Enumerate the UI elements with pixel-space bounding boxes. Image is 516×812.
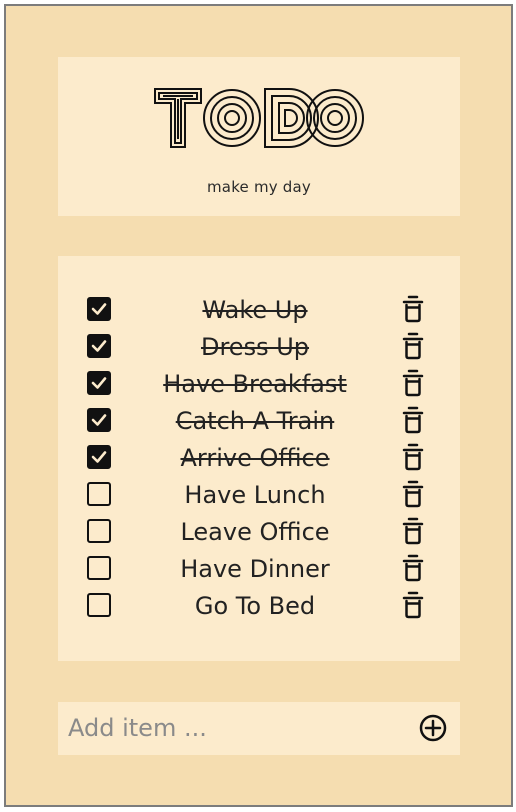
todo-label: Arrive Office [180,444,330,472]
add-item-bar [58,702,460,755]
app-window: make my day Wake Up Dress Up Have Breakfas… [4,4,513,807]
checkbox-icon[interactable] [87,297,111,321]
trash-icon[interactable] [402,590,424,620]
todo-logo-icon [154,88,364,148]
header-card: make my day [58,57,460,216]
plus-circle-icon[interactable] [418,713,448,743]
todo-label: Have Dinner [180,555,330,583]
todo-item: Catch A Train [58,404,460,441]
todo-list: Wake Up Dress Up Have Breakfast Catch A Tra… [58,293,460,626]
checkbox-icon[interactable] [87,445,111,469]
trash-icon[interactable] [402,516,424,546]
todo-item: Go To Bed [58,589,460,626]
todo-label: Have Breakfast [163,370,347,398]
checkbox-icon[interactable] [87,519,111,543]
trash-icon[interactable] [402,479,424,509]
todo-label: Wake Up [202,296,308,324]
trash-icon[interactable] [402,368,424,398]
checkbox-icon[interactable] [87,556,111,580]
todo-item: Have Breakfast [58,367,460,404]
todo-item: Arrive Office [58,441,460,478]
todo-item: Have Dinner [58,552,460,589]
todo-label: Leave Office [180,518,330,546]
app-logo [58,87,460,159]
todo-item: Have Lunch [58,478,460,515]
trash-icon[interactable] [402,331,424,361]
app-subtitle: make my day [207,178,311,196]
checkbox-icon[interactable] [87,371,111,395]
checkbox-icon[interactable] [87,482,111,506]
checkbox-icon[interactable] [87,593,111,617]
trash-icon[interactable] [402,553,424,583]
todo-label: Go To Bed [194,592,316,620]
todo-item: Leave Office [58,515,460,552]
checkbox-icon[interactable] [87,334,111,358]
todo-item: Dress Up [58,330,460,367]
todo-list-card: Wake Up Dress Up Have Breakfast Catch A Tra… [58,256,460,661]
trash-icon[interactable] [402,442,424,472]
todo-label: Catch A Train [175,407,335,435]
todo-item: Wake Up [58,293,460,330]
trash-icon[interactable] [402,294,424,324]
todo-label: Dress Up [200,333,310,361]
add-item-input[interactable] [68,708,398,748]
todo-label: Have Lunch [184,481,326,509]
trash-icon[interactable] [402,405,424,435]
checkbox-icon[interactable] [87,408,111,432]
